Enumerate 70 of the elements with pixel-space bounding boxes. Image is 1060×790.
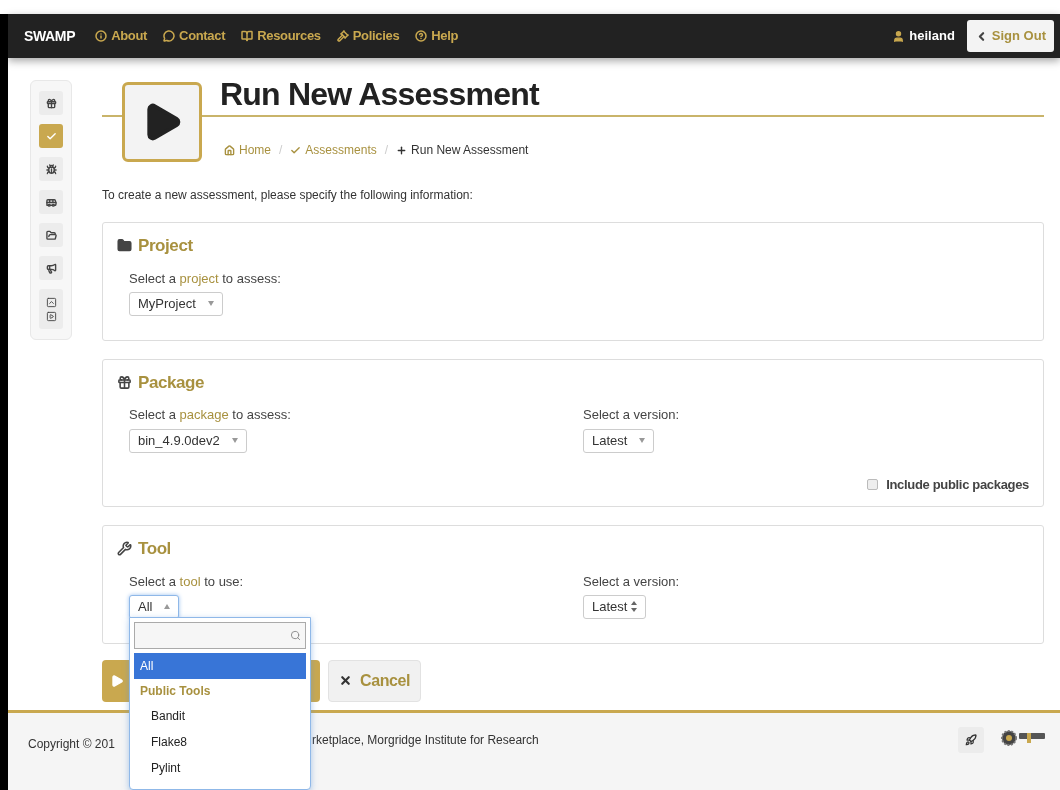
sidebar-item[interactable] bbox=[39, 289, 63, 329]
brand-logo[interactable]: SWAMP bbox=[24, 25, 76, 47]
field-label: Select a version: bbox=[583, 572, 680, 591]
nav-link[interactable]: Contact bbox=[163, 26, 226, 46]
search-icon bbox=[290, 630, 301, 641]
panel-title: Project bbox=[138, 235, 193, 257]
gift-icon bbox=[45, 97, 57, 109]
breadcrumb-separator: / bbox=[279, 142, 283, 159]
user-icon bbox=[892, 29, 906, 43]
dropdown-option[interactable]: Flake8 bbox=[134, 729, 306, 755]
search-field[interactable] bbox=[134, 622, 306, 649]
rocket-icon bbox=[965, 734, 977, 746]
select-field[interactable]: MyProject bbox=[129, 291, 223, 316]
square-play-icon bbox=[45, 310, 57, 322]
panel-title: Tool bbox=[138, 538, 171, 560]
sidebar-item[interactable] bbox=[39, 190, 63, 214]
rocket-button[interactable] bbox=[958, 727, 984, 753]
speech-bubble-icon bbox=[163, 30, 176, 42]
nav-link[interactable]: About bbox=[95, 26, 148, 46]
home-icon bbox=[224, 144, 235, 156]
checkbox-label: Include public packages bbox=[886, 475, 1029, 494]
page-title: Run New Assessment bbox=[220, 78, 539, 110]
sidebar-item[interactable] bbox=[39, 223, 63, 247]
breadcrumb-separator: / bbox=[384, 142, 389, 159]
info-icon bbox=[95, 30, 108, 42]
caret-icon bbox=[164, 604, 171, 610]
folder-icon bbox=[117, 238, 132, 254]
field-label: Select a tool to use: bbox=[129, 572, 245, 591]
panel-title: Package bbox=[138, 371, 205, 394]
bus-icon bbox=[45, 196, 57, 208]
sidebar-item[interactable] bbox=[39, 256, 63, 280]
nav-link[interactable]: Policies bbox=[336, 26, 400, 46]
gavel-icon bbox=[336, 30, 349, 42]
check-icon bbox=[45, 130, 57, 142]
current-page-label: Run New Assessment bbox=[411, 142, 529, 159]
sidebar-item[interactable] bbox=[39, 91, 63, 115]
field-label: Select a package to assess: bbox=[129, 406, 292, 425]
copyright-text: rketplace, Morgridge Institute for Research bbox=[312, 732, 539, 749]
play-icon bbox=[110, 673, 124, 688]
dropdown-option[interactable]: All bbox=[134, 653, 306, 679]
bug-icon bbox=[45, 163, 57, 175]
username[interactable]: heiland bbox=[909, 26, 955, 46]
copyright-text: Copyright © 201 bbox=[28, 737, 115, 751]
select-field[interactable]: Latest bbox=[583, 594, 647, 619]
nav-link[interactable]: Help bbox=[415, 26, 459, 46]
check-icon bbox=[290, 144, 302, 156]
dropdown-option[interactable]: Pylint bbox=[134, 755, 306, 781]
close-icon bbox=[339, 674, 352, 688]
logo-icon bbox=[1000, 729, 1046, 747]
caret-icon bbox=[231, 438, 238, 443]
folder-icon bbox=[45, 229, 57, 241]
select-field[interactable]: All bbox=[129, 594, 180, 619]
megaphone-icon bbox=[45, 262, 57, 274]
book-icon bbox=[241, 30, 254, 42]
field-label: Select a version: bbox=[583, 406, 680, 425]
select-field[interactable]: bin_4.9.0dev2 bbox=[129, 428, 247, 453]
plus-icon bbox=[396, 144, 408, 156]
sidebar-item[interactable] bbox=[39, 157, 63, 181]
help-icon bbox=[415, 30, 428, 42]
field-label: Select a project to assess: bbox=[129, 269, 282, 288]
dropdown-option[interactable]: Bandit bbox=[134, 703, 306, 729]
option-group-label: Public Tools bbox=[139, 683, 212, 700]
caret-icon bbox=[207, 301, 214, 307]
intro-text: To create a new assessment, please specify the following information: bbox=[102, 187, 474, 204]
nav-link[interactable]: Resources bbox=[241, 26, 321, 46]
square-up-icon bbox=[45, 296, 57, 308]
checkbox[interactable] bbox=[867, 478, 879, 490]
select-field[interactable]: Latest bbox=[583, 428, 655, 453]
gift-icon bbox=[117, 375, 132, 390]
wrench-icon bbox=[117, 541, 132, 557]
